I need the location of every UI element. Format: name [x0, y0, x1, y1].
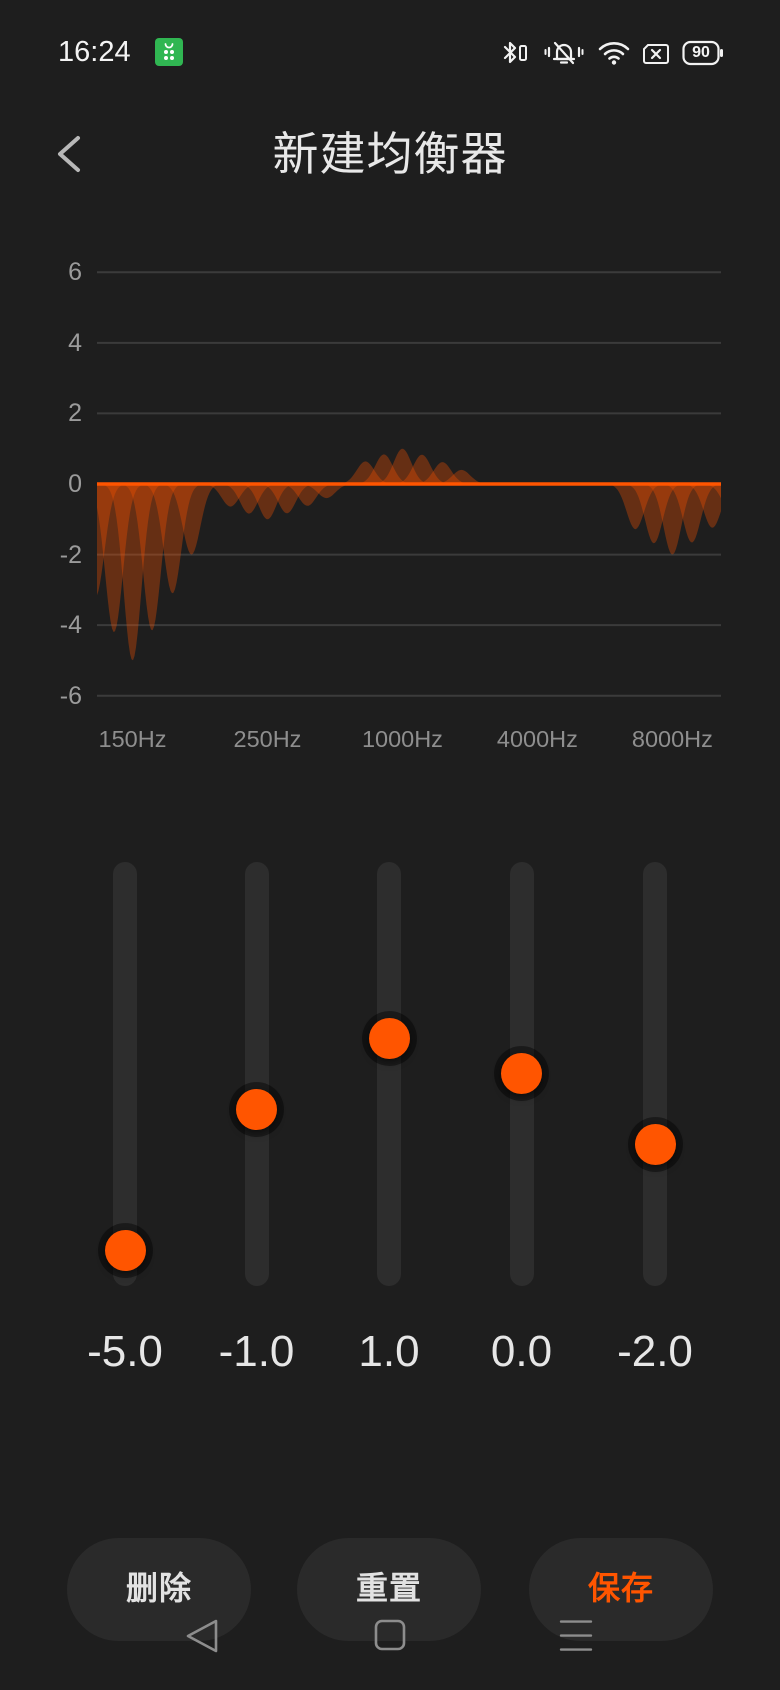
slider-knob[interactable]: [501, 1053, 542, 1095]
back-button[interactable]: [44, 126, 96, 182]
x-tick-label: 8000Hz: [631, 726, 713, 752]
y-tick-label: -6: [59, 681, 82, 710]
slider-knob[interactable]: [104, 1229, 146, 1271]
slider-track[interactable]: [244, 862, 269, 1286]
bluetooth-icon: [503, 41, 527, 64]
eq-slider-4000hz[interactable]: [501, 862, 542, 1286]
eq-slider-1000hz[interactable]: [368, 862, 410, 1286]
chevron-left-icon: [58, 136, 80, 172]
eq-chart-canvas: [97, 271, 721, 697]
eq-response-chart: 6 4 2 0 -2 -4 -6 150Hz 250Hz 1000Hz 4000Hz 8000Hz: [0, 250, 780, 760]
slider-track[interactable]: [643, 862, 667, 1286]
eq-slider-150hz[interactable]: [104, 862, 146, 1286]
slider-track[interactable]: [113, 862, 137, 1286]
equalizer-screen: 16:24 90 新建均衡器 6 4 2 0 -2 -4 -6 150Hz 25…: [0, 0, 780, 1690]
delete-button[interactable]: 删除: [67, 1538, 251, 1641]
y-tick-label: 6: [68, 258, 82, 287]
silent-mode-icon: [544, 41, 584, 65]
nav-back-icon[interactable]: [184, 1617, 220, 1655]
x-tick-label: 1000Hz: [361, 726, 443, 752]
slider-track[interactable]: [377, 862, 401, 1286]
page-title: 新建均衡器: [272, 128, 508, 180]
app-store-icon: [155, 38, 183, 66]
slider-knob[interactable]: [236, 1088, 277, 1130]
no-sim-icon: [643, 44, 669, 64]
slider-value-label: -5.0: [87, 1327, 163, 1376]
x-tick-label: 4000Hz: [496, 726, 578, 752]
slider-knob[interactable]: [368, 1017, 410, 1059]
x-tick-label: 150Hz: [98, 726, 167, 752]
nav-home-icon[interactable]: [374, 1619, 406, 1651]
status-time: 16:24: [58, 36, 131, 68]
eq-slider-250hz[interactable]: [236, 862, 277, 1286]
slider-value-label: -2.0: [617, 1327, 693, 1376]
y-tick-label: -4: [59, 611, 82, 640]
y-tick-label: 2: [68, 399, 82, 428]
nav-menu-icon[interactable]: [559, 1619, 593, 1653]
slider-value-label: 1.0: [358, 1327, 420, 1376]
y-tick-label: 4: [68, 328, 82, 357]
save-button-label: 保存: [587, 1570, 654, 1606]
eq-slider-8000hz[interactable]: [634, 862, 676, 1286]
y-tick-label: -2: [59, 540, 82, 569]
y-tick-label: 0: [68, 470, 82, 498]
slider-value-label: -1.0: [218, 1327, 295, 1376]
slider-knob[interactable]: [634, 1123, 676, 1165]
save-button[interactable]: 保存: [529, 1538, 713, 1641]
battery-level: 90: [692, 44, 710, 61]
wifi-icon: [598, 42, 630, 65]
delete-button-label: 删除: [125, 1570, 192, 1606]
battery-icon: 90: [682, 40, 724, 66]
x-tick-label: 250Hz: [233, 726, 302, 752]
slider-value-label: 0.0: [490, 1327, 553, 1376]
